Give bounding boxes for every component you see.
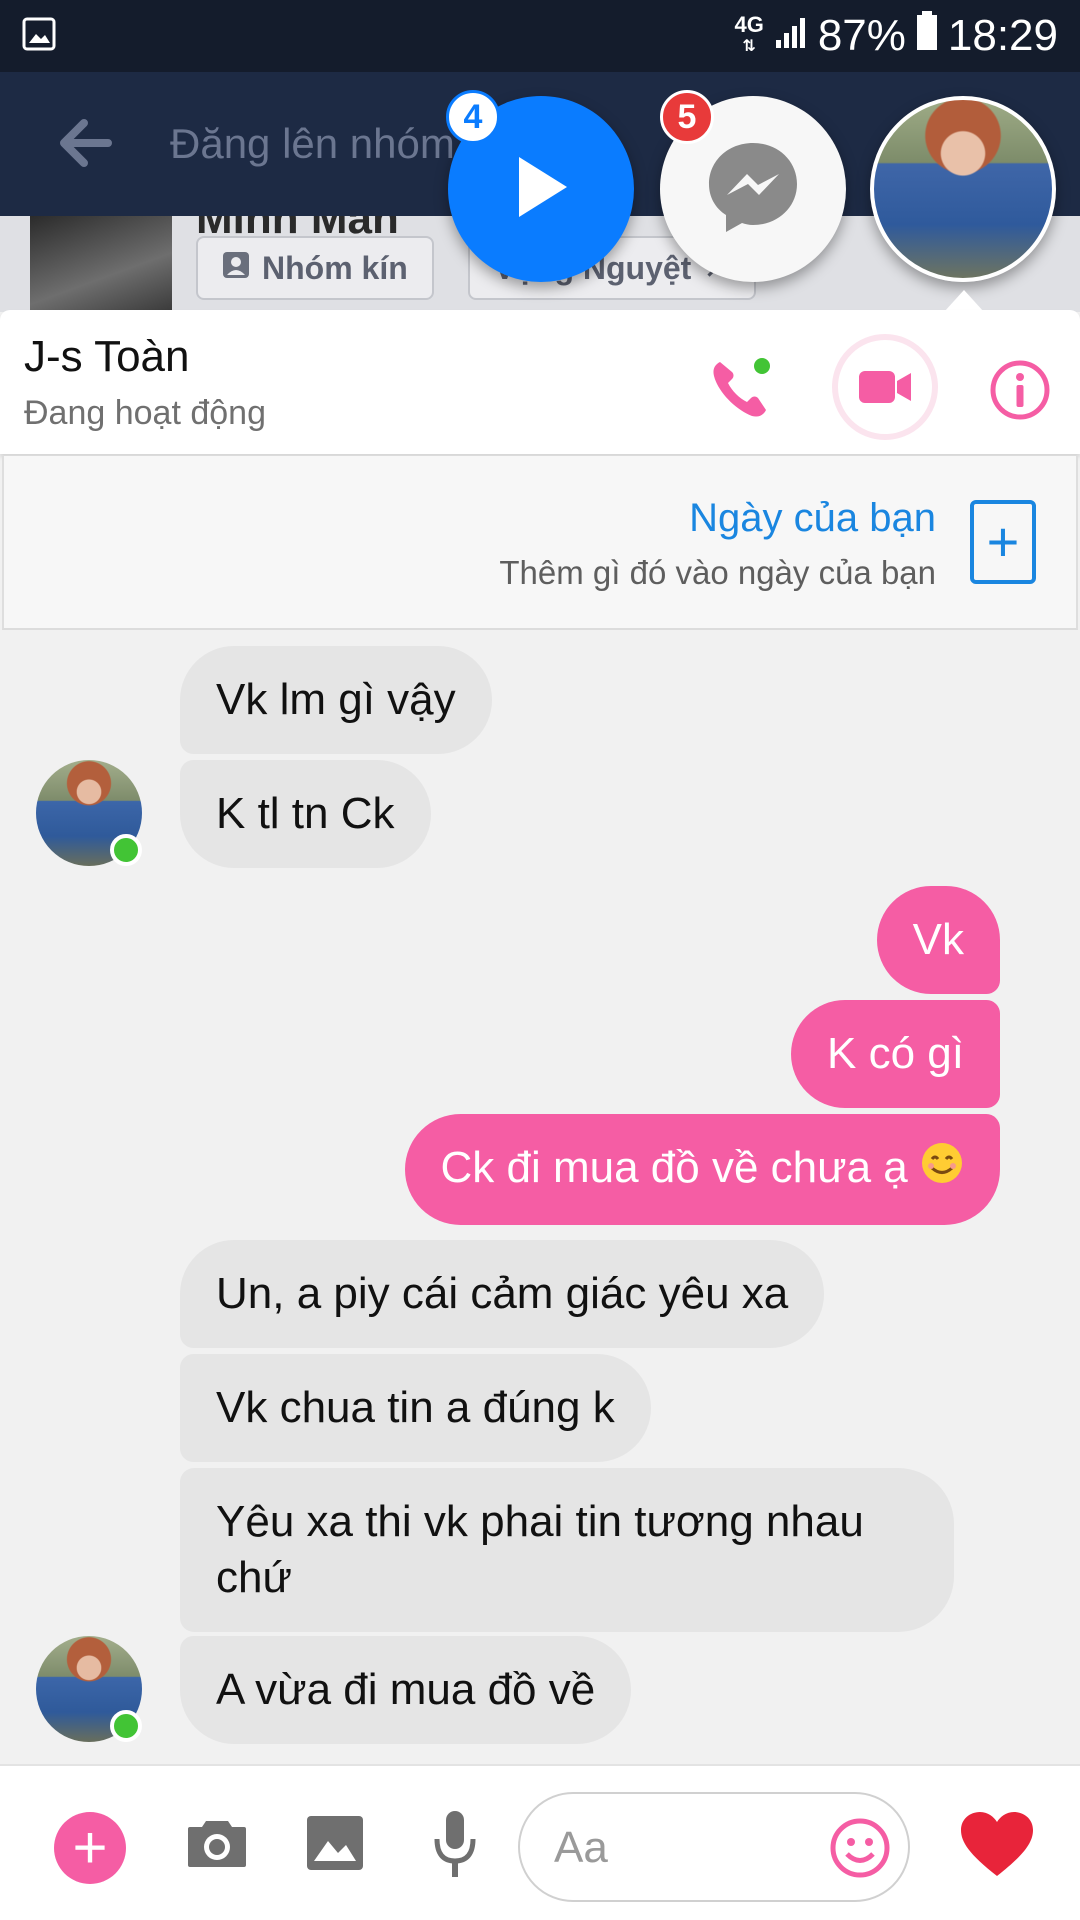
- online-status-dot: [110, 1710, 142, 1742]
- message-text: Ck đi mua đồ về chưa ạ: [440, 1143, 908, 1192]
- outgoing-message[interactable]: K có gì: [791, 1000, 1000, 1108]
- voice-call-button[interactable]: [706, 354, 776, 424]
- your-day-prompt[interactable]: Ngày của bạn Thêm gì đó vào ngày của bạn…: [2, 456, 1078, 630]
- image-gallery-icon[interactable]: [302, 1810, 368, 1876]
- incoming-message[interactable]: Un, a piy cái cảm giác yêu xa: [180, 1240, 825, 1348]
- battery-percent: 87%: [817, 11, 906, 60]
- messenger-unread-badge: 5: [660, 90, 714, 144]
- incoming-message[interactable]: K tl tn Ck: [180, 760, 431, 868]
- background-page-title: Đăng lên nhóm: [170, 120, 455, 167]
- contact-chat-head[interactable]: [870, 96, 1056, 282]
- online-status-dot: [110, 834, 142, 866]
- smiling-emoji-icon: [920, 1141, 964, 1199]
- outgoing-message[interactable]: Vk: [876, 886, 1000, 994]
- battery-icon: [916, 10, 938, 62]
- play-icon: [509, 151, 573, 228]
- info-button[interactable]: [980, 350, 1060, 430]
- phone-icon: [713, 358, 770, 417]
- group-cover-image: [30, 216, 172, 312]
- your-day-title[interactable]: Ngày của bạn: [689, 496, 936, 541]
- incoming-message[interactable]: Vk lm gì vậy: [180, 646, 492, 754]
- video-camera-icon: [859, 371, 911, 403]
- outgoing-message[interactable]: Ck đi mua đồ về chưa ạ: [404, 1114, 1000, 1226]
- camera-icon[interactable]: [184, 1810, 250, 1876]
- message-input-wrapper: [518, 1792, 910, 1902]
- chat-header: J-s Toàn Đang hoạt động: [0, 310, 1080, 454]
- emoji-icon[interactable]: [828, 1816, 892, 1880]
- microphone-icon[interactable]: [424, 1806, 486, 1882]
- contact-name[interactable]: J-s Toàn: [24, 332, 190, 382]
- incoming-message[interactable]: Yêu xa thi vk phai tin tương nhau chứ: [180, 1468, 954, 1632]
- incoming-message[interactable]: A vừa đi mua đồ về: [180, 1636, 632, 1744]
- active-head-pointer: [944, 290, 984, 312]
- group-icon: [222, 250, 250, 287]
- clock: 18:29: [947, 11, 1058, 60]
- screen: 4G ⇅ 87% 18:29 Đăng lên nhóm Minh Mẫn Nh…: [0, 0, 1080, 1920]
- message-composer: +: [0, 1764, 1080, 1920]
- status-bar: 4G ⇅ 87% 18:29: [0, 0, 1080, 72]
- heart-icon[interactable]: [958, 1806, 1036, 1882]
- more-actions-button[interactable]: +: [54, 1812, 126, 1884]
- messenger-icon: [701, 135, 805, 244]
- back-arrow-icon[interactable]: [56, 118, 112, 173]
- info-icon: [990, 360, 1050, 420]
- play-unread-badge: 4: [446, 90, 500, 144]
- message-input[interactable]: [554, 1818, 794, 1878]
- your-day-subtitle: Thêm gì đó vào ngày của bạn: [499, 554, 936, 591]
- network-type: 4G ⇅: [734, 12, 764, 56]
- signal-icon: [774, 11, 808, 61]
- private-group-label: Nhóm kín: [262, 249, 408, 286]
- video-call-button[interactable]: [832, 334, 938, 440]
- network-label: 4G: [734, 12, 764, 37]
- add-story-button[interactable]: +: [970, 500, 1036, 584]
- gallery-notification-icon: [22, 17, 56, 56]
- incoming-message[interactable]: Vk chua tin a đúng k: [180, 1354, 651, 1462]
- private-group-chip[interactable]: Nhóm kín: [196, 236, 434, 300]
- active-status: Đang hoạt động: [24, 394, 266, 432]
